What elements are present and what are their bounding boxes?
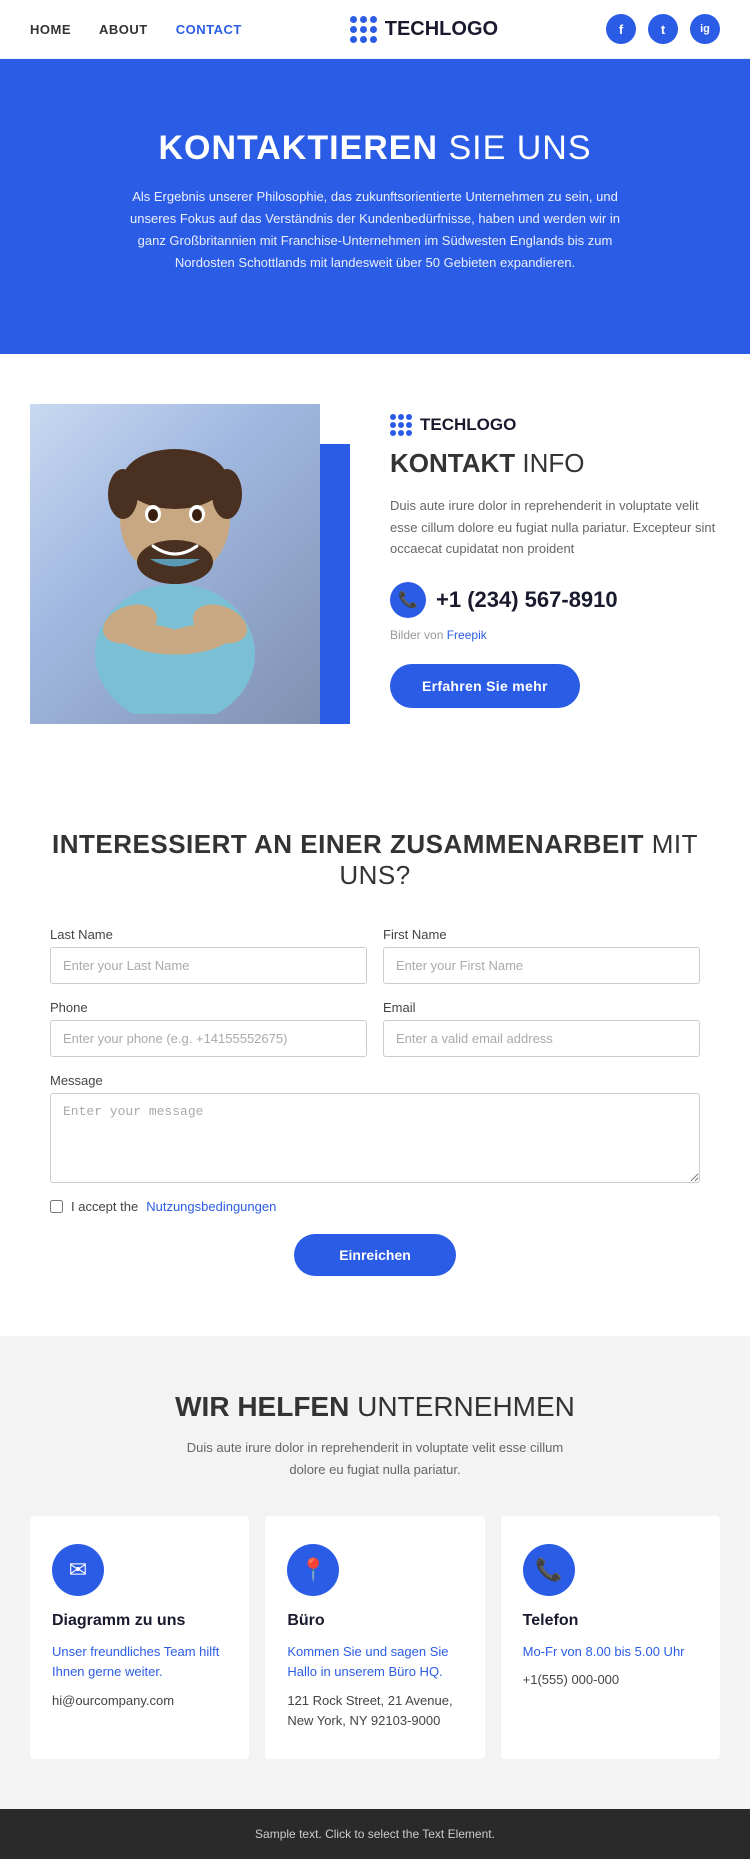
submit-button[interactable]: Einreichen: [294, 1234, 456, 1276]
phone-icon: 📞: [390, 582, 426, 618]
last-name-group: Last Name: [50, 927, 367, 984]
logo-dots: [350, 16, 377, 43]
checkbox-row: I accept the Nutzungsbedingungen: [50, 1199, 700, 1214]
email-card-link: Unser freundliches Team hilft Ihnen gern…: [52, 1642, 227, 1682]
twitter-icon[interactable]: t: [648, 14, 678, 44]
hero-section: KONTAKTIEREN SIE UNS Als Ergebnis unsere…: [0, 59, 750, 354]
logo: TECHLOGO: [350, 16, 498, 43]
office-card-text: 121 Rock Street, 21 Avenue, New York, NY…: [287, 1691, 462, 1731]
email-card-title: Diagramm zu uns: [52, 1612, 227, 1630]
phone-row: 📞 +1 (234) 567-8910: [390, 582, 720, 618]
message-input[interactable]: [50, 1093, 700, 1183]
contact-form: Last Name First Name Phone Email Message: [50, 927, 700, 1276]
first-name-group: First Name: [383, 927, 700, 984]
info-logo-text: TECHLOGO: [420, 415, 516, 435]
social-icons: f t ig: [606, 14, 720, 44]
person-image: [30, 404, 320, 724]
instagram-icon[interactable]: ig: [690, 14, 720, 44]
email-card-text: hi@ourcompany.com: [52, 1691, 227, 1711]
checkbox-text: I accept the: [71, 1199, 138, 1214]
person-image-container: [30, 404, 350, 724]
email-card-icon: ✉: [52, 1544, 104, 1596]
info-cards: ✉ Diagramm zu uns Unser freundliches Tea…: [30, 1516, 720, 1759]
form-title: INTERESSIERT AN EINER ZUSAMMENARBEIT MIT…: [50, 829, 700, 891]
nav-links: HOME ABOUT CONTACT: [30, 22, 242, 37]
bilder-von: Bilder von Freepik: [390, 628, 720, 642]
contact-info-section: TECHLOGO KONTAKT INFO Duis aute irure do…: [0, 354, 750, 774]
email-label: Email: [383, 1000, 700, 1015]
contact-info-right: TECHLOGO KONTAKT INFO Duis aute irure do…: [350, 404, 720, 707]
info-logo-dots: [390, 414, 412, 436]
logo-text: TECHLOGO: [385, 18, 498, 41]
card-phone: 📞 Telefon Mo-Fr von 8.00 bis 5.00 Uhr +1…: [501, 1516, 720, 1759]
email-group: Email: [383, 1000, 700, 1057]
footer: Sample text. Click to select the Text El…: [0, 1809, 750, 1859]
form-submit-wrapper: Einreichen: [50, 1234, 700, 1276]
email-input[interactable]: [383, 1020, 700, 1057]
kontakt-description: Duis aute irure dolor in reprehenderit i…: [390, 495, 720, 559]
first-name-label: First Name: [383, 927, 700, 942]
info-logo: TECHLOGO: [390, 414, 720, 436]
message-group: Message: [50, 1073, 700, 1183]
learn-more-button[interactable]: Erfahren Sie mehr: [390, 664, 580, 708]
first-name-input[interactable]: [383, 947, 700, 984]
facebook-icon[interactable]: f: [606, 14, 636, 44]
office-card-title: Büro: [287, 1612, 462, 1630]
wir-helfen-title: WIR HELFEN UNTERNEHMEN: [30, 1391, 720, 1423]
person-silhouette: [65, 414, 285, 714]
navbar: HOME ABOUT CONTACT TECHLOGO f t ig: [0, 0, 750, 59]
freepik-link[interactable]: Freepik: [447, 628, 487, 642]
office-card-icon: 📍: [287, 1544, 339, 1596]
last-name-label: Last Name: [50, 927, 367, 942]
phone-label: Phone: [50, 1000, 367, 1015]
office-card-link: Kommen Sie und sagen Sie Hallo in unsere…: [287, 1642, 462, 1682]
last-name-input[interactable]: [50, 947, 367, 984]
hero-description: Als Ergebnis unserer Philosophie, das zu…: [125, 186, 625, 274]
terms-checkbox[interactable]: [50, 1200, 63, 1213]
nav-home[interactable]: HOME: [30, 22, 71, 37]
phone-card-text: +1(555) 000-000: [523, 1670, 698, 1690]
phone-input[interactable]: [50, 1020, 367, 1057]
nav-contact[interactable]: CONTACT: [176, 22, 242, 37]
phone-card-title: Telefon: [523, 1612, 698, 1630]
phone-card-link: Mo-Fr von 8.00 bis 5.00 Uhr: [523, 1642, 698, 1662]
phone-card-icon: 📞: [523, 1544, 575, 1596]
kontakt-title: KONTAKT INFO: [390, 448, 720, 479]
wir-helfen-section: WIR HELFEN UNTERNEHMEN Duis aute irure d…: [0, 1336, 750, 1808]
card-office: 📍 Büro Kommen Sie und sagen Sie Hallo in…: [265, 1516, 484, 1759]
hero-title: KONTAKTIEREN SIE UNS: [30, 129, 720, 168]
form-section: INTERESSIERT AN EINER ZUSAMMENARBEIT MIT…: [0, 774, 750, 1336]
wir-helfen-description: Duis aute irure dolor in reprehenderit i…: [175, 1437, 575, 1480]
form-grid: Last Name First Name Phone Email Message: [50, 927, 700, 1183]
card-email: ✉ Diagramm zu uns Unser freundliches Tea…: [30, 1516, 249, 1759]
footer-text: Sample text. Click to select the Text El…: [255, 1827, 495, 1841]
phone-group: Phone: [50, 1000, 367, 1057]
message-label: Message: [50, 1073, 700, 1088]
nav-about[interactable]: ABOUT: [99, 22, 148, 37]
terms-link[interactable]: Nutzungsbedingungen: [146, 1199, 276, 1214]
phone-number: +1 (234) 567-8910: [436, 587, 618, 613]
